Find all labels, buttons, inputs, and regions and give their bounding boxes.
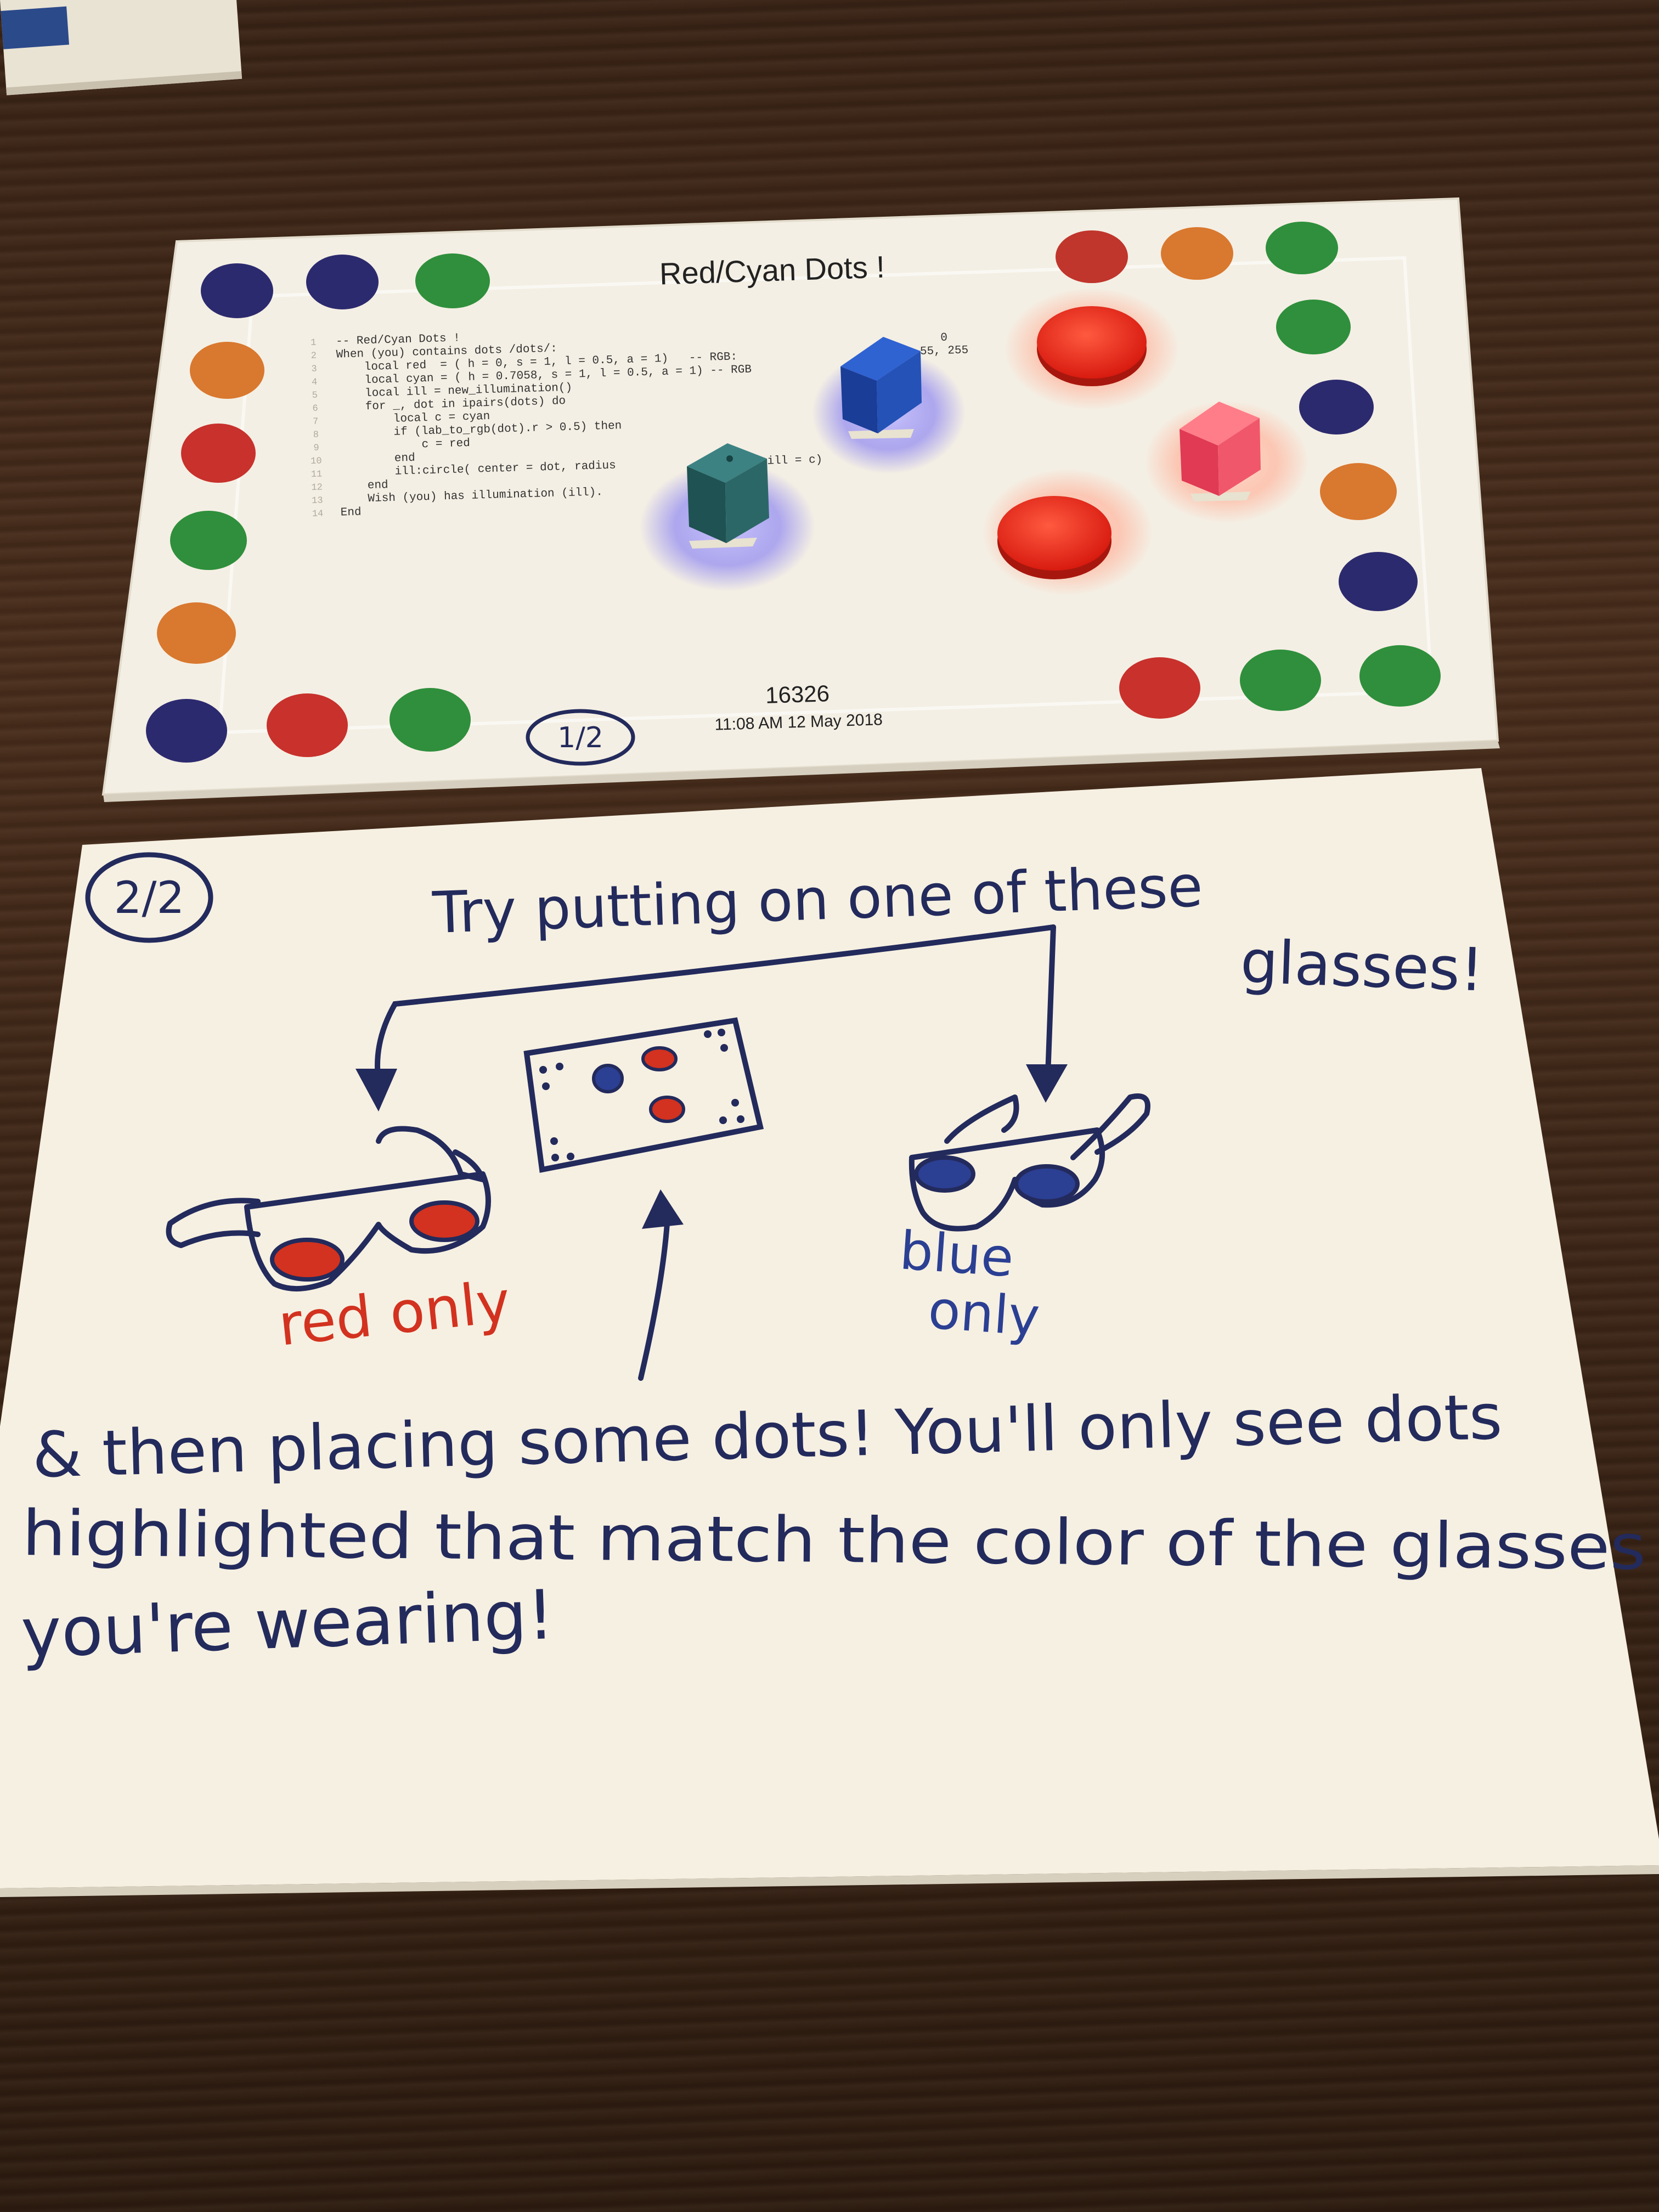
dot-orange <box>157 602 236 664</box>
label-only: only <box>926 1279 1041 1348</box>
line-number: 7 <box>313 417 319 427</box>
line-number: 10 <box>311 456 322 467</box>
program-card-1: Red/Cyan Dots ! 1 2 3 4 5 6 7 8 9 10 11 … <box>101 197 1500 802</box>
dot-purple <box>1339 552 1418 611</box>
dot-orange <box>1161 227 1233 280</box>
mini-red-dot <box>649 1096 685 1123</box>
blue-lens <box>1014 1164 1080 1204</box>
mini-red-dot <box>641 1046 678 1071</box>
line-number: 14 <box>312 509 324 520</box>
dot-red <box>1119 657 1200 719</box>
code-fragment: 55, 255 <box>920 344 969 358</box>
line-number: 6 <box>312 404 318 414</box>
mini-blue-dot <box>592 1064 624 1093</box>
line-number: 5 <box>312 391 318 401</box>
dot-purple <box>201 263 273 318</box>
line-number: 1 <box>311 338 317 348</box>
code-line: end <box>340 479 388 493</box>
line-number: 12 <box>311 482 323 493</box>
label-blue: blue <box>898 1220 1015 1289</box>
program-id: 16326 <box>765 680 830 708</box>
svg-text:1/2: 1/2 <box>557 721 603 754</box>
dot-green <box>1359 645 1441 707</box>
svg-text:2/2: 2/2 <box>114 872 185 923</box>
line-number: 8 <box>313 430 319 441</box>
line-number: 4 <box>312 377 318 388</box>
red-lens <box>270 1238 345 1282</box>
line-number: 3 <box>311 364 317 375</box>
dot-green <box>1266 222 1338 274</box>
dot-green <box>1240 650 1321 711</box>
body-line-2: highlighted that match the color of the … <box>22 1497 1646 1584</box>
code-line: End <box>340 506 361 519</box>
dot-purple <box>146 699 227 763</box>
dot-purple <box>1299 380 1374 435</box>
dot-green <box>1276 300 1351 354</box>
code-fragment: ill = c) <box>767 454 822 468</box>
dot-purple <box>306 255 379 309</box>
instruction-card-2: 2/2 Try putting on one of these glasses! <box>0 768 1659 1897</box>
red-disc[interactable] <box>1037 306 1147 386</box>
dot-red <box>181 424 256 483</box>
dot-orange <box>1320 463 1397 520</box>
heading-line-2: glasses! <box>1239 928 1485 1005</box>
red-disc[interactable] <box>997 496 1111 579</box>
line-number: 11 <box>311 469 323 480</box>
red-lens <box>409 1200 479 1242</box>
dot-green <box>415 253 490 308</box>
blue-lens <box>914 1155 975 1193</box>
line-number: 9 <box>313 443 319 454</box>
dot-red <box>267 693 348 757</box>
dot-green <box>390 688 471 752</box>
line-number: 13 <box>312 495 323 506</box>
dot-orange <box>190 342 264 399</box>
code-fragment: 0 <box>940 332 947 345</box>
line-number: 2 <box>311 351 317 362</box>
dot-red <box>1056 230 1128 283</box>
code-line: end <box>339 452 415 467</box>
dot-green <box>170 511 247 570</box>
card-1-title: Red/Cyan Dots ! <box>659 250 885 291</box>
